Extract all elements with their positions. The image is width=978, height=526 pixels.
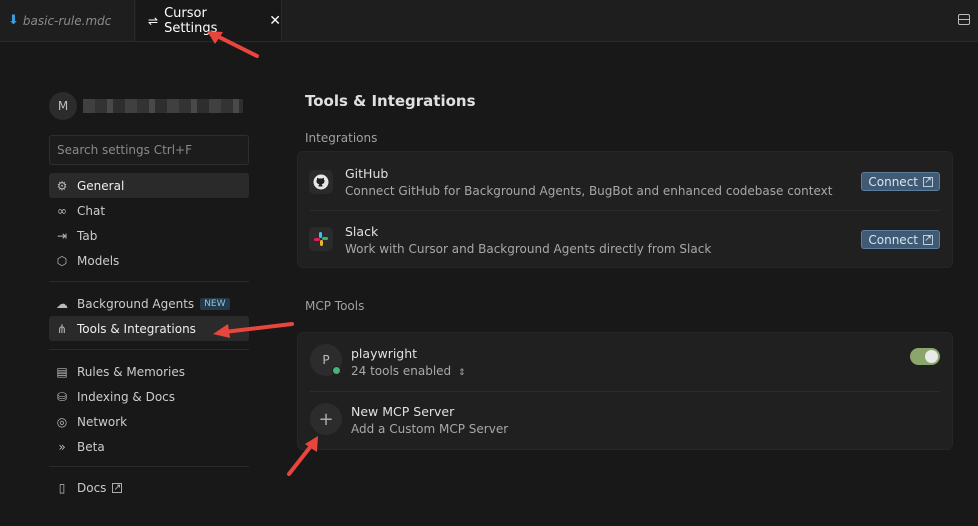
sidebar-group-4: ▯ Docs ↗ <box>49 475 249 500</box>
toggle-knob <box>925 350 938 363</box>
sidebar-item-general[interactable]: ⚙ General <box>49 173 249 198</box>
search-settings-input[interactable] <box>49 135 249 165</box>
sidebar-item-rules-memories[interactable]: ▤ Rules & Memories <box>49 359 249 384</box>
book-icon: ▯ <box>58 480 66 495</box>
mcp-tools-count[interactable]: 24 tools enabled ⇕ <box>351 364 466 378</box>
database-icon: ⛁ <box>56 389 68 404</box>
cloud-icon: ☁ <box>56 296 68 311</box>
sidebar-item-beta[interactable]: » Beta <box>49 434 249 459</box>
new-mcp-server-label: New MCP Server <box>351 404 455 419</box>
annotation-arrow-icon <box>287 436 318 476</box>
mcp-server-avatar: P <box>310 344 342 376</box>
integration-name: GitHub <box>345 166 389 181</box>
integrations-card: GitHub Connect GitHub for Background Age… <box>297 151 953 268</box>
arrow-right-bar-icon: ⇥ <box>56 228 68 243</box>
globe-icon: ◎ <box>56 414 68 429</box>
sidebar-item-network[interactable]: ◎ Network <box>49 409 249 434</box>
redacted-username <box>83 99 243 113</box>
playwright-enable-toggle[interactable] <box>910 348 940 365</box>
sidebar-item-chat[interactable]: ∞ Chat <box>49 198 249 223</box>
tab-label: basic-rule.mdc <box>22 13 112 28</box>
close-icon[interactable]: ✕ <box>269 13 281 29</box>
tab-basic-rule[interactable]: ⬇ basic-rule.mdc <box>0 0 135 41</box>
new-badge: NEW <box>200 297 230 310</box>
sidebar-divider <box>49 349 249 350</box>
chevron-up-down-icon: ⇕ <box>458 368 466 378</box>
document-icon: ▤ <box>56 364 68 379</box>
github-icon <box>309 170 333 194</box>
slack-connect-button[interactable]: Connect ↗ <box>861 230 940 249</box>
settings-sliders-icon: ⇌ <box>148 13 159 28</box>
avatar: M <box>49 92 77 120</box>
cube-icon: ⬡ <box>56 253 68 268</box>
external-link-icon: ↗ <box>112 482 123 493</box>
sidebar-group-3: ▤ Rules & Memories ⛁ Indexing & Docs ◎ N… <box>49 359 249 459</box>
gear-icon: ⚙ <box>56 178 68 193</box>
plus-icon[interactable]: + <box>310 403 342 435</box>
external-link-icon: ↗ <box>923 176 933 187</box>
sidebar-item-docs[interactable]: ▯ Docs ↗ <box>49 475 249 500</box>
sidebar-item-background-agents[interactable]: ☁ Background Agents NEW <box>49 291 249 316</box>
sidebar-item-models[interactable]: ⬡ Models <box>49 248 249 273</box>
page-title: Tools & Integrations <box>305 92 476 110</box>
sidebar-group-1: ⚙ General ∞ Chat ⇥ Tab ⬡ Models <box>49 173 249 273</box>
infinity-icon: ∞ <box>57 203 67 218</box>
tab-bar: ⬇ basic-rule.mdc ⇌ Cursor Settings ✕ <box>0 0 978 42</box>
toggle-panel-icon[interactable] <box>958 14 970 25</box>
integration-name: Slack <box>345 224 379 239</box>
integration-description: Work with Cursor and Background Agents d… <box>345 242 712 256</box>
annotation-arrow-icon <box>207 31 259 58</box>
double-chevron-icon: » <box>58 439 66 454</box>
download-arrow-icon: ⬇ <box>8 13 19 28</box>
user-profile: M <box>49 92 243 120</box>
slack-icon <box>309 227 333 251</box>
mcp-tools-heading: MCP Tools <box>305 299 365 313</box>
github-connect-button[interactable]: Connect ↗ <box>861 172 940 191</box>
integration-row-slack: Slack Work with Cursor and Background Ag… <box>298 210 952 268</box>
new-mcp-server-row[interactable]: + New MCP Server Add a Custom MCP Server <box>298 391 952 449</box>
mcp-tools-card: P playwright 24 tools enabled ⇕ + New MC… <box>297 332 953 450</box>
sidebar-divider <box>49 466 249 467</box>
external-link-icon: ↗ <box>923 234 933 245</box>
network-icon: ⋔ <box>56 321 68 336</box>
integration-row-github: GitHub Connect GitHub for Background Age… <box>298 152 952 210</box>
annotation-arrow-icon <box>213 322 294 338</box>
mcp-server-row-playwright: P playwright 24 tools enabled ⇕ <box>298 333 952 391</box>
status-dot-icon <box>332 366 341 375</box>
integrations-heading: Integrations <box>305 131 378 145</box>
sidebar-item-indexing-docs[interactable]: ⛁ Indexing & Docs <box>49 384 249 409</box>
sidebar-divider <box>49 281 249 282</box>
mcp-server-name: playwright <box>351 346 418 361</box>
sidebar-item-tab[interactable]: ⇥ Tab <box>49 223 249 248</box>
new-mcp-server-description: Add a Custom MCP Server <box>351 422 509 436</box>
integration-description: Connect GitHub for Background Agents, Bu… <box>345 184 833 198</box>
